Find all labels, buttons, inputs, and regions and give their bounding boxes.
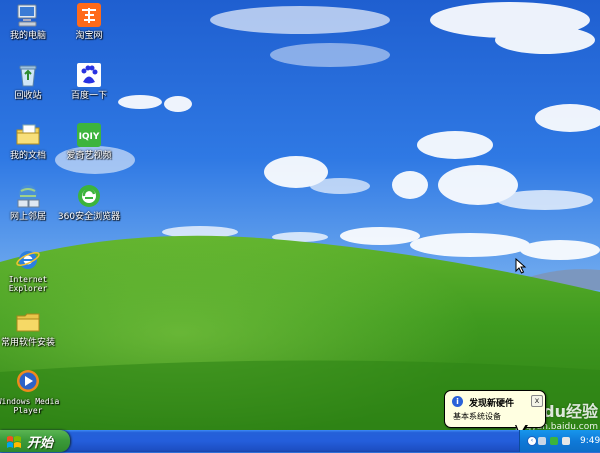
iqiyi-icon: IQIY (76, 122, 102, 148)
internet-explorer-icon (15, 246, 41, 272)
media-player-icon (15, 368, 41, 394)
taobao-icon (76, 2, 102, 28)
desktop-icon-windows-media-player[interactable]: Windows Media Player (0, 368, 62, 415)
svg-text:IQIY: IQIY (79, 132, 100, 142)
security-tray-icon[interactable] (550, 437, 558, 445)
desktop-icon-taobao[interactable]: 淘宝网 (55, 2, 123, 41)
desktop-icon-360-browser[interactable]: 360安全浏览器 (55, 183, 123, 222)
mouse-cursor-icon (515, 258, 527, 274)
computer-icon (15, 2, 41, 28)
folder-icon (15, 309, 41, 335)
start-label: 开始 (27, 435, 54, 451)
recycle-bin-icon (15, 62, 41, 88)
desktop-icon-baidu[interactable]: 百度一下 (55, 62, 123, 101)
desktop-icon-iqiyi[interactable]: IQIY 爱奇艺视频 (55, 122, 123, 161)
notification-balloon[interactable]: i 发现新硬件 基本系统设备 x (444, 390, 546, 428)
desktop-icon-network[interactable]: 网上邻居 (0, 183, 62, 222)
360-browser-icon (76, 183, 102, 209)
desktop-icon-internet-explorer[interactable]: Internet Explorer (0, 246, 62, 293)
baidu-icon (76, 62, 102, 88)
desktop-icon-recycle-bin[interactable]: 回收站 (0, 62, 62, 101)
taskbar (0, 430, 600, 452)
info-icon: i (452, 396, 463, 407)
hardware-tray-icon[interactable] (562, 437, 570, 445)
network-tray-icon[interactable] (538, 437, 546, 445)
tray-expand-icon[interactable]: ‹ (527, 436, 537, 446)
start-button[interactable]: 开始 (0, 430, 70, 452)
clock[interactable]: 9:49 (580, 436, 600, 446)
desktop-icon-software-folder[interactable]: 常用软件安装 (0, 309, 62, 348)
balloon-close-button[interactable]: x (531, 395, 543, 407)
desktop-icon-my-documents[interactable]: 我的文档 (0, 122, 62, 161)
documents-icon (15, 122, 41, 148)
balloon-title: 发现新硬件 (469, 399, 515, 409)
windows-flag-icon (6, 434, 22, 448)
desktop-icon-my-computer[interactable]: 我的电脑 (0, 2, 62, 41)
network-icon (15, 183, 41, 209)
balloon-text: 基本系统设备 (453, 412, 501, 421)
